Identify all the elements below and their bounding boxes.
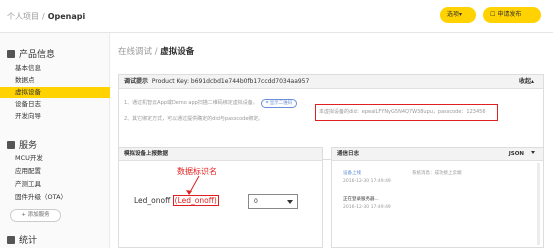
page-title-prefix: 在线调试 / bbox=[118, 47, 161, 57]
led-value-select[interactable]: 0 bbox=[248, 194, 298, 209]
sidebar-item-basic-info[interactable]: 基本信息 bbox=[0, 63, 110, 74]
led-value: 0 bbox=[254, 198, 258, 205]
sidebar-item-label: 基本信息 bbox=[15, 64, 41, 72]
id-text: Led_onoff bbox=[177, 196, 214, 205]
section-service-label: 服务 bbox=[19, 141, 38, 151]
log-title: 设备上线 bbox=[343, 171, 361, 176]
log-panel-header: 通信日志 JSON bbox=[332, 148, 543, 161]
add-service-label: + 添加服务 bbox=[21, 212, 50, 218]
section-product-label: 产品信息 bbox=[19, 50, 56, 60]
breadcrumb-separator: / bbox=[42, 12, 45, 21]
top-bar: 个人项目 / Openapi 选项▾ ☐ 申请发布 bbox=[0, 0, 553, 33]
sidebar-item-prod-test[interactable]: 产测工具 bbox=[0, 179, 110, 190]
section-service: 服务 bbox=[7, 138, 37, 151]
datapoint-identifier: (Led_onoff) bbox=[172, 195, 219, 206]
log-scrollbar[interactable] bbox=[537, 163, 540, 245]
sidebar: 产品信息 基本信息 数据点 虚拟设备 设备日志 开发向导 服务 MCU开发 应用… bbox=[0, 33, 110, 248]
chevron-down-icon bbox=[531, 151, 535, 154]
chevron-down-icon bbox=[287, 200, 293, 204]
section-stats: 统计 bbox=[7, 233, 37, 246]
add-service-button[interactable]: + 添加服务 bbox=[10, 209, 61, 222]
tip-line-2: 2、其它绑定方式，可以通过提供确定的did与passcode绑定。 bbox=[124, 116, 264, 122]
section-stats-label: 统计 bbox=[19, 236, 38, 246]
stats-icon bbox=[7, 236, 15, 244]
sidebar-item-ota[interactable]: 固件升级（OTA） bbox=[0, 192, 110, 203]
sidebar-item-virtual-device[interactable]: 虚拟设备 bbox=[0, 87, 110, 98]
sidebar-item-mcu[interactable]: MCU开发 bbox=[0, 153, 110, 164]
datapoint-name: Led_onoff bbox=[134, 196, 171, 205]
sidebar-item-label: 产测工具 bbox=[15, 180, 41, 188]
sidebar-item-label: 数据点 bbox=[15, 76, 35, 84]
page-title-current: 虚拟设备 bbox=[160, 47, 195, 57]
comm-log-panel: 通信日志 JSON 设备上线 2016-12-30 17:49:49 系统消息：… bbox=[331, 147, 544, 248]
datapoint-row: Led_onoff (Led_onoff) bbox=[134, 195, 219, 206]
sidebar-item-app-config[interactable]: 应用配置 bbox=[0, 166, 110, 177]
product-icon bbox=[7, 50, 15, 58]
json-label: JSON bbox=[508, 151, 524, 157]
publish-icon: ☐ bbox=[490, 11, 496, 18]
options-button[interactable]: 选项▾ bbox=[440, 7, 476, 23]
log-entry: 设备上线 2016-12-30 17:49:49 系统消息：成功接上云端 bbox=[343, 170, 462, 184]
options-label: 选项▾ bbox=[447, 11, 463, 18]
tip-line-1: 1、通过机智云App或Demo app扫描二维码绑定虚拟设备。 ⌗ 显示二维码 bbox=[124, 99, 298, 108]
publish-button[interactable]: ☐ 申请发布 bbox=[483, 7, 541, 23]
breadcrumb-root[interactable]: 个人项目 bbox=[7, 12, 39, 21]
sidebar-item-device-log[interactable]: 设备日志 bbox=[0, 99, 110, 110]
log-entry: 正在登录服务器... 2016-12-30 17:49:49 bbox=[343, 196, 391, 210]
log-panel-title: 通信日志 bbox=[337, 151, 360, 157]
product-key: Product Key: b691dcbd1e744b0fb17ccdd7034… bbox=[151, 78, 310, 85]
log-message: 系统消息：成功接上云端 bbox=[412, 171, 462, 176]
tip-line-1-text: 1、通过机智云App或Demo app扫描二维码绑定虚拟设备。 bbox=[124, 100, 258, 106]
publish-label: 申请发布 bbox=[497, 11, 522, 18]
tip-label: 调试提示 bbox=[124, 78, 149, 85]
page-title: 在线调试 / 虚拟设备 bbox=[118, 45, 194, 57]
service-icon bbox=[7, 141, 15, 149]
log-time: 2016-12-30 17:49:49 bbox=[343, 205, 391, 210]
sidebar-item-label: 设备日志 bbox=[15, 100, 41, 108]
report-data-panel: 模拟设备上报数据 数据标识名 Led_onoff (Led_onoff) 0 bbox=[118, 147, 323, 248]
project-name: Openapi bbox=[47, 12, 86, 21]
log-title: 正在登录服务器... bbox=[343, 197, 379, 202]
sidebar-item-label: 固件升级（OTA） bbox=[15, 193, 68, 201]
show-qr-button[interactable]: ⌗ 显示二维码 bbox=[260, 99, 298, 108]
sidebar-item-label: 开发向导 bbox=[15, 112, 41, 120]
collapse-toggle[interactable]: 收起▴ bbox=[519, 75, 534, 89]
sidebar-item-label: 虚拟设备 bbox=[15, 88, 41, 96]
log-time: 2016-12-30 17:49:49 bbox=[343, 179, 391, 184]
qr-label: 显示二维码 bbox=[269, 101, 293, 106]
json-format-select[interactable]: JSON bbox=[509, 148, 535, 161]
sidebar-item-label: MCU开发 bbox=[15, 154, 43, 162]
main-content: 在线调试 / 虚拟设备 调试提示 Product Key: b691dcbd1e… bbox=[110, 33, 553, 248]
section-product: 产品信息 bbox=[7, 47, 55, 60]
sidebar-item-label: 应用配置 bbox=[15, 167, 41, 175]
breadcrumb: 个人项目 / Openapi bbox=[7, 11, 85, 22]
did-passcode: 本虚拟设备的did：epeaILFYNyG5N4Q7W38upu，passcod… bbox=[315, 104, 498, 121]
sidebar-item-datapoints[interactable]: 数据点 bbox=[0, 75, 110, 86]
id-close-paren: ) bbox=[213, 196, 217, 205]
debug-tips-header: 调试提示 Product Key: b691dcbd1e744b0fb17ccd… bbox=[119, 75, 543, 89]
sidebar-item-dev-guide[interactable]: 开发向导 bbox=[0, 111, 110, 122]
